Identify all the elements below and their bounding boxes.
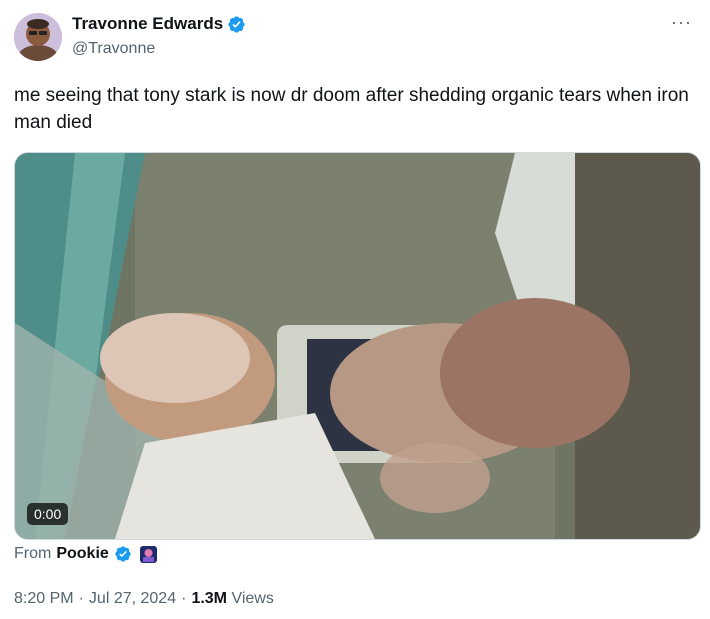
views-count: 1.3M [191,590,228,607]
separator: · [181,590,187,607]
video-source: From Pookie [14,545,157,563]
verified-badge-icon [115,546,131,562]
video-frame [15,153,700,539]
author-display-name[interactable]: Travonne Edwards [72,14,223,34]
source-affiliate-icon [139,545,157,563]
tweet-date[interactable]: Jul 27, 2024 [89,590,176,608]
tweet-time[interactable]: 8:20 PM [14,590,74,608]
views-label: Views [231,590,274,607]
video-player[interactable]: 0:00 [14,152,701,540]
from-label: From [14,545,52,562]
tweet-text: me seeing that tony stark is now dr doom… [14,85,689,133]
author-name-row: Travonne Edwards [72,14,246,34]
verified-badge-icon [228,15,245,33]
separator: · [78,590,84,607]
tweet-meta: 8:20 PM · Jul 27, 2024 · 1.3M Views [14,590,274,608]
video-duration: 0:00 [27,503,69,525]
author-avatar[interactable] [14,13,62,61]
author-handle[interactable]: @Travonne [72,40,155,58]
source-name[interactable]: Pookie [56,545,108,563]
more-options-icon[interactable]: ··· [671,12,692,33]
